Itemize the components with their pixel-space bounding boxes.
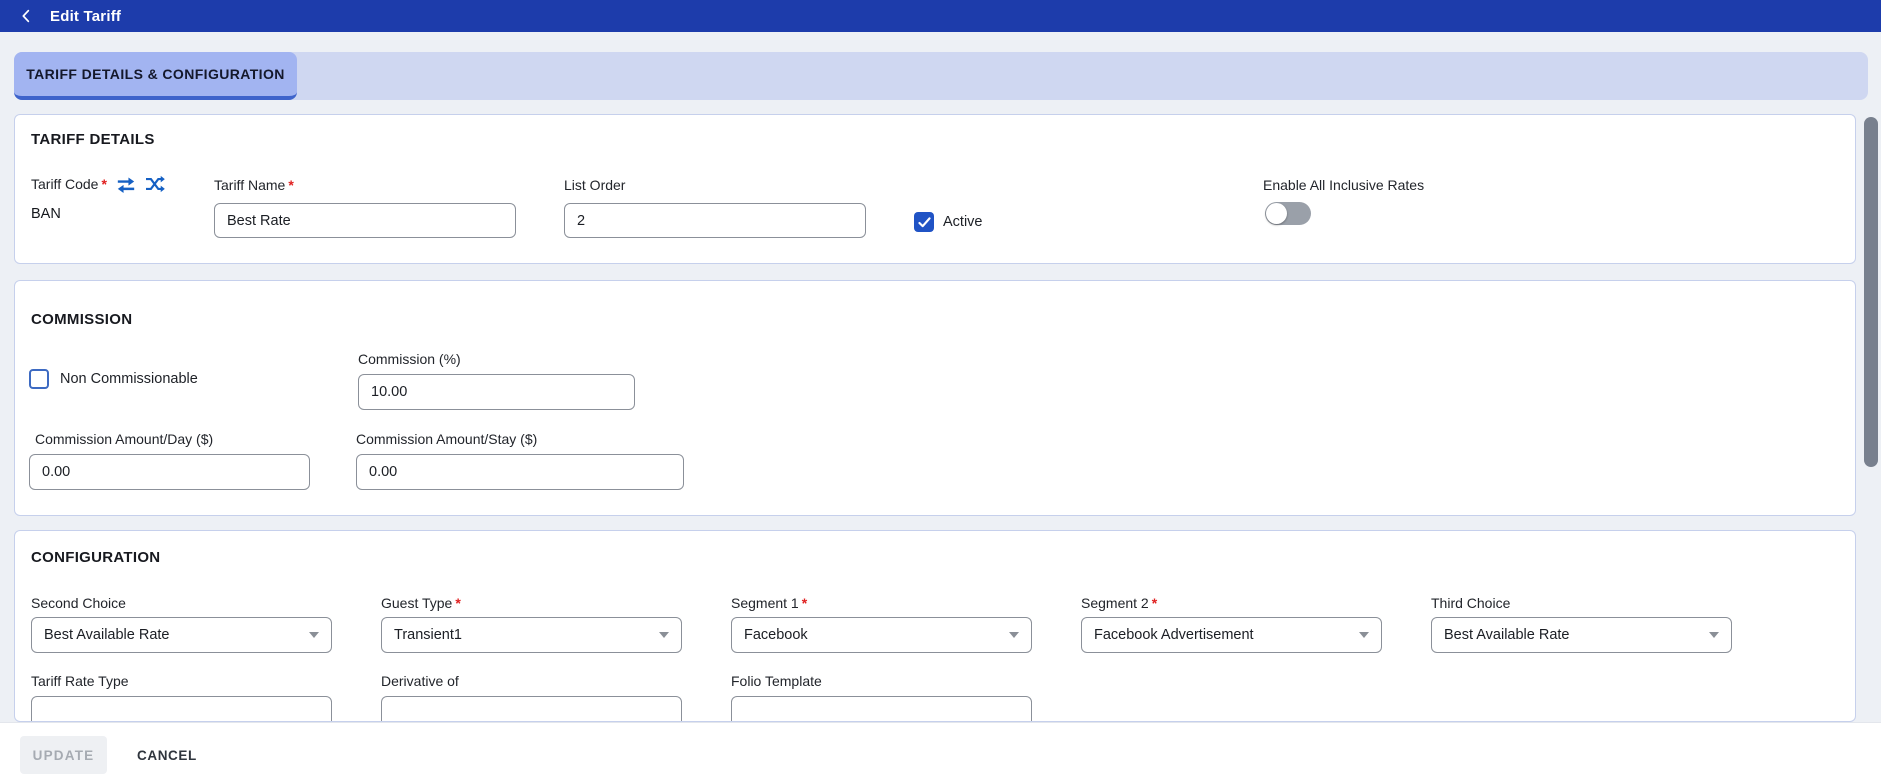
- toggle-knob: [1266, 203, 1287, 224]
- tab-bar: TARIFF DETAILS & CONFIGURATION: [14, 52, 1868, 100]
- all-inclusive-label: Enable All Inclusive Rates: [1263, 177, 1425, 193]
- guest-type-select[interactable]: Transient1: [381, 617, 682, 653]
- active-field: Active: [914, 212, 983, 232]
- configuration-panel: CONFIGURATION Second Choice Guest Type * …: [14, 530, 1856, 722]
- app-header: Edit Tariff: [0, 0, 1881, 32]
- tariff-rate-type-input[interactable]: [31, 696, 332, 721]
- cancel-button[interactable]: CANCEL: [137, 736, 197, 774]
- commission-panel: COMMISSION Non Commissionable Commission…: [14, 280, 1856, 516]
- chevron-left-icon: [18, 8, 34, 24]
- segment2-value: Facebook Advertisement: [1094, 627, 1254, 643]
- non-commissionable-field: Non Commissionable: [29, 369, 198, 389]
- derivative-of-input[interactable]: [381, 696, 682, 721]
- chevron-down-icon: [1359, 632, 1369, 638]
- second-choice-label: Second Choice: [31, 595, 126, 611]
- section-title-configuration: CONFIGURATION: [31, 549, 161, 566]
- tab-tariff-details-configuration[interactable]: TARIFF DETAILS & CONFIGURATION: [14, 52, 297, 100]
- chevron-down-icon: [1709, 632, 1719, 638]
- folio-template-input[interactable]: [731, 696, 1032, 721]
- chevron-down-icon: [659, 632, 669, 638]
- update-button[interactable]: UPDATE: [20, 736, 107, 774]
- second-choice-value: Best Available Rate: [44, 627, 170, 643]
- check-icon: [917, 216, 931, 228]
- vertical-scrollbar-thumb[interactable]: [1864, 117, 1878, 467]
- section-title-tariff-details: TARIFF DETAILS: [31, 131, 155, 148]
- tariff-code-label: Tariff Code *: [31, 176, 107, 192]
- derivative-of-label: Derivative of: [381, 673, 459, 689]
- commission-pct-input[interactable]: [358, 374, 635, 410]
- segment1-value: Facebook: [744, 627, 808, 643]
- third-choice-label: Third Choice: [1431, 595, 1511, 611]
- shuffle-icon[interactable]: [145, 175, 165, 193]
- tariff-rate-type-label: Tariff Rate Type: [31, 673, 129, 689]
- chevron-down-icon: [309, 632, 319, 638]
- non-commissionable-label: Non Commissionable: [60, 371, 198, 387]
- segment2-select[interactable]: Facebook Advertisement: [1081, 617, 1382, 653]
- second-choice-select[interactable]: Best Available Rate: [31, 617, 332, 653]
- commission-day-label: Commission Amount/Day ($): [35, 431, 214, 447]
- commission-day-input[interactable]: [29, 454, 310, 490]
- list-order-label: List Order: [564, 177, 626, 193]
- active-checkbox[interactable]: [914, 212, 934, 232]
- commission-stay-label: Commission Amount/Stay ($): [356, 431, 538, 447]
- tariff-code-field: Tariff Code *: [31, 175, 165, 193]
- back-button[interactable]: [17, 7, 35, 25]
- chevron-down-icon: [1009, 632, 1019, 638]
- guest-type-value: Transient1: [394, 627, 462, 643]
- guest-type-label: Guest Type *: [381, 595, 461, 611]
- swap-icon[interactable]: [116, 175, 136, 193]
- non-commissionable-checkbox[interactable]: [29, 369, 49, 389]
- page-title: Edit Tariff: [50, 7, 122, 25]
- third-choice-select[interactable]: Best Available Rate: [1431, 617, 1732, 653]
- tariff-code-value: BAN: [31, 206, 61, 222]
- segment1-select[interactable]: Facebook: [731, 617, 1032, 653]
- third-choice-value: Best Available Rate: [1444, 627, 1570, 643]
- tariff-name-input[interactable]: [214, 203, 516, 238]
- section-title-commission: COMMISSION: [31, 311, 133, 328]
- tariff-details-panel: TARIFF DETAILS Tariff Code * BAN Tariff N…: [14, 114, 1856, 264]
- commission-pct-label: Commission (%): [358, 351, 461, 367]
- tariff-name-label: Tariff Name *: [214, 177, 294, 193]
- commission-stay-input[interactable]: [356, 454, 684, 490]
- folio-template-label: Folio Template: [731, 673, 822, 689]
- list-order-input[interactable]: [564, 203, 866, 238]
- footer-bar: UPDATE CANCEL: [0, 722, 1881, 777]
- segment2-label: Segment 2 *: [1081, 595, 1158, 611]
- tab-label: TARIFF DETAILS & CONFIGURATION: [26, 66, 285, 82]
- all-inclusive-toggle[interactable]: [1265, 202, 1311, 225]
- active-label: Active: [943, 214, 983, 230]
- segment1-label: Segment 1 *: [731, 595, 808, 611]
